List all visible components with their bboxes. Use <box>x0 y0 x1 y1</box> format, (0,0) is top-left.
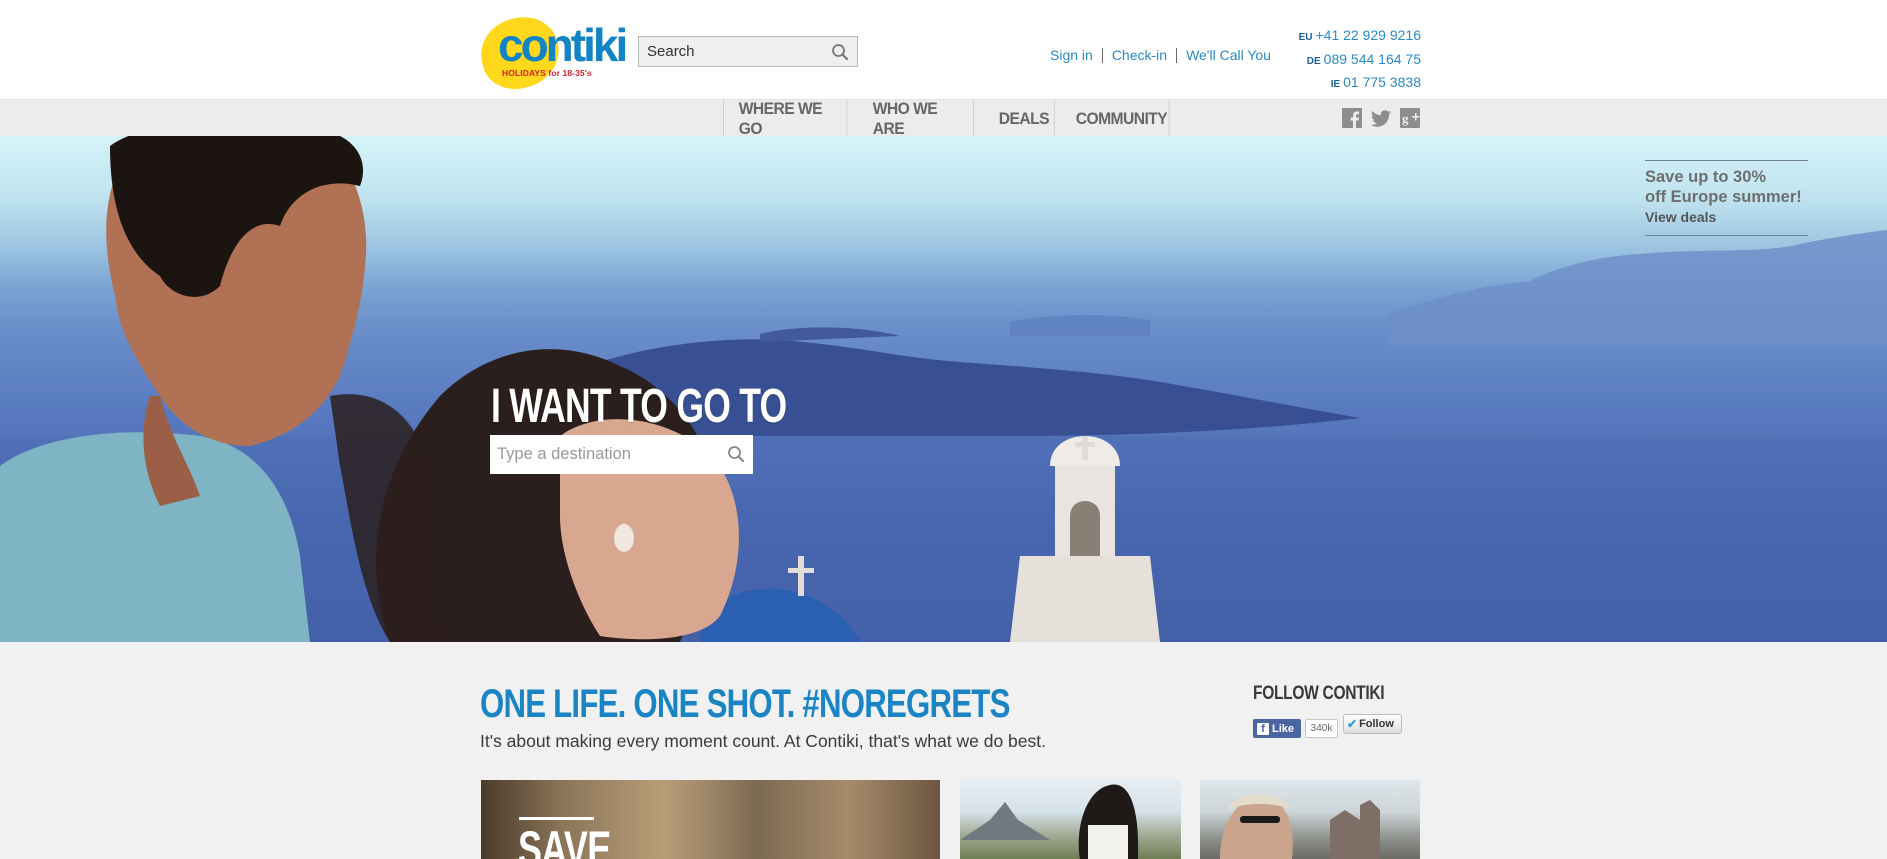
site-search <box>638 36 858 67</box>
twitter-icon[interactable] <box>1370 107 1392 129</box>
check-in-link[interactable]: Check-in <box>1112 47 1167 63</box>
google-plus-icon[interactable]: g <box>1399 107 1421 129</box>
facebook-like-button[interactable]: f Like <box>1253 719 1301 738</box>
photo-tile[interactable] <box>960 780 1181 859</box>
phone-country-code: IE <box>1330 79 1341 90</box>
nav-item-deals[interactable]: DEALS <box>984 100 1055 137</box>
well-call-you-link[interactable]: We'll Call You <box>1186 47 1271 63</box>
link-divider <box>1176 48 1178 63</box>
like-count: 340k <box>1305 719 1338 738</box>
phone-number: +41 22 929 9216 <box>1315 27 1422 43</box>
phone-ie[interactable]: IE 01 775 3838 <box>1299 72 1421 96</box>
site-header: contiki HOLIDAYS for 18-35's Sign in Che… <box>0 0 1887 99</box>
page-headline: ONE LIFE. ONE SHOT. #NOREGRETS <box>480 682 1010 726</box>
tile-label: SAVE <box>518 821 611 859</box>
follow-label: Follow <box>1359 718 1394 730</box>
hero-banner: Save up to 30% off Europe summer! View d… <box>0 136 1887 642</box>
promo-title: Save up to 30% off Europe summer! <box>1645 168 1802 206</box>
view-deals-link[interactable]: View deals <box>1645 207 1808 227</box>
phone-numbers: EU +41 22 929 9216 DE 089 544 164 75 IE 01 … <box>1299 25 1421 96</box>
like-label: Like <box>1272 722 1295 735</box>
main-nav: WHERE WE GO WHO WE ARE DEALS COMMUNITY g <box>0 99 1887 138</box>
search-input[interactable] <box>639 37 829 66</box>
city-photo <box>1220 794 1380 859</box>
nav-item-community[interactable]: COMMUNITY <box>1061 100 1170 137</box>
destination-input[interactable] <box>490 435 720 474</box>
follow-contiki-title: FOLLOW CONTIKI <box>1253 683 1385 704</box>
svg-text:g: g <box>1402 111 1409 126</box>
nav-item-where-we-go[interactable]: WHERE WE GO <box>724 99 848 138</box>
logo-tagline: HOLIDAYS for 18-35's <box>502 68 592 78</box>
search-icon[interactable] <box>831 43 849 61</box>
twitter-follow-button[interactable]: ✔ Follow <box>1343 714 1402 734</box>
facebook-icon[interactable] <box>1341 107 1363 129</box>
facebook-icon: f <box>1257 722 1269 735</box>
social-links: g <box>1341 107 1421 129</box>
promo-box[interactable]: Save up to 30% off Europe summer! View d… <box>1645 160 1808 236</box>
page-subtitle: It's about making every moment count. At… <box>480 731 1046 751</box>
destination-search <box>490 435 753 474</box>
search-icon[interactable] <box>727 445 745 463</box>
logo-wordmark: contiki <box>498 19 628 71</box>
contiki-logo[interactable]: contiki HOLIDAYS for 18-35's <box>474 10 628 96</box>
phone-number: 01 775 3838 <box>1343 74 1421 90</box>
link-divider <box>1101 48 1103 63</box>
nav-item-who-we-are[interactable]: WHO WE ARE <box>858 99 974 138</box>
phone-de[interactable]: DE 089 544 164 75 <box>1299 49 1421 73</box>
volcano-photo <box>960 784 1139 859</box>
nav-items: WHERE WE GO WHO WE ARE DEALS COMMUNITY <box>723 99 1179 138</box>
phone-eu[interactable]: EU +41 22 929 9216 <box>1299 25 1421 49</box>
destination-heading: I WANT TO GO TO <box>491 380 787 433</box>
hero-photo <box>0 136 1887 642</box>
sign-in-link[interactable]: Sign in <box>1050 47 1093 63</box>
twitter-icon: ✔ <box>1347 717 1358 731</box>
phone-number: 089 544 164 75 <box>1323 50 1421 67</box>
phone-country-code: DE <box>1306 55 1321 67</box>
photo-tile[interactable] <box>1200 780 1420 859</box>
deal-tile[interactable]: SAVE <box>481 780 940 859</box>
phone-country-code: EU <box>1298 32 1313 43</box>
account-links: Sign in Check-in We'll Call You <box>1050 47 1271 63</box>
